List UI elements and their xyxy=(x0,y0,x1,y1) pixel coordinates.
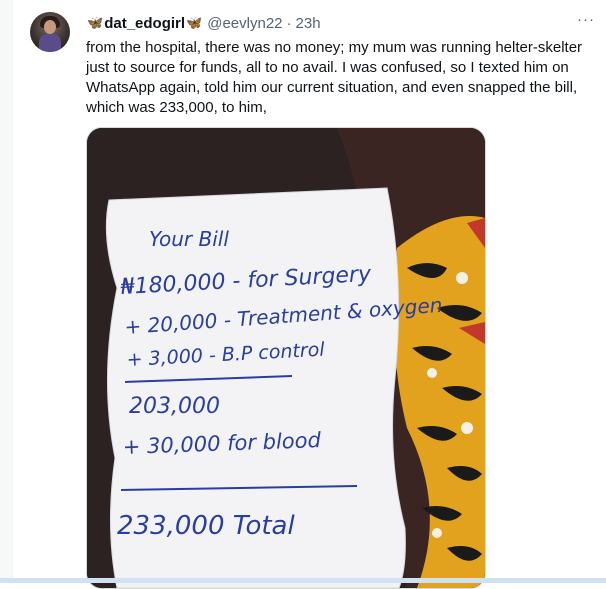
tweet-text: from the hospital, there was no money; m… xyxy=(86,39,583,116)
author-handle[interactable]: @eevlyn22 xyxy=(207,15,282,32)
more-options-button[interactable]: ··· xyxy=(576,12,596,32)
avatar-face xyxy=(44,20,56,34)
tweet-timestamp[interactable]: 23h xyxy=(296,15,321,32)
author-display-name[interactable]: dat_edogirl xyxy=(104,15,185,32)
bottom-highlight-bar xyxy=(0,578,606,583)
avatar[interactable] xyxy=(30,12,70,52)
avatar-clothing xyxy=(39,34,61,52)
butterfly-emoji: 🦋 xyxy=(186,15,203,30)
bill-photo: Your Bill ₦180,000 - for Surgery + 20,00… xyxy=(87,128,485,588)
bill-line: 203,000 xyxy=(129,394,220,419)
butterfly-emoji: 🦋 xyxy=(87,15,104,30)
tweet[interactable]: 🦋 dat_edogirl 🦋 @eevlyn22 · 23h ··· from… xyxy=(22,0,606,589)
ellipsis-icon: ··· xyxy=(577,11,595,28)
bill-line: Your Bill xyxy=(149,227,229,251)
tweet-header: 🦋 dat_edogirl 🦋 @eevlyn22 · 23h xyxy=(86,13,321,33)
bill-line: 233,000 Total xyxy=(117,511,295,541)
separator-dot: · xyxy=(286,14,292,32)
tweet-photo[interactable]: Your Bill ₦180,000 - for Surgery + 20,00… xyxy=(86,127,486,589)
timeline-left-border xyxy=(0,0,13,583)
